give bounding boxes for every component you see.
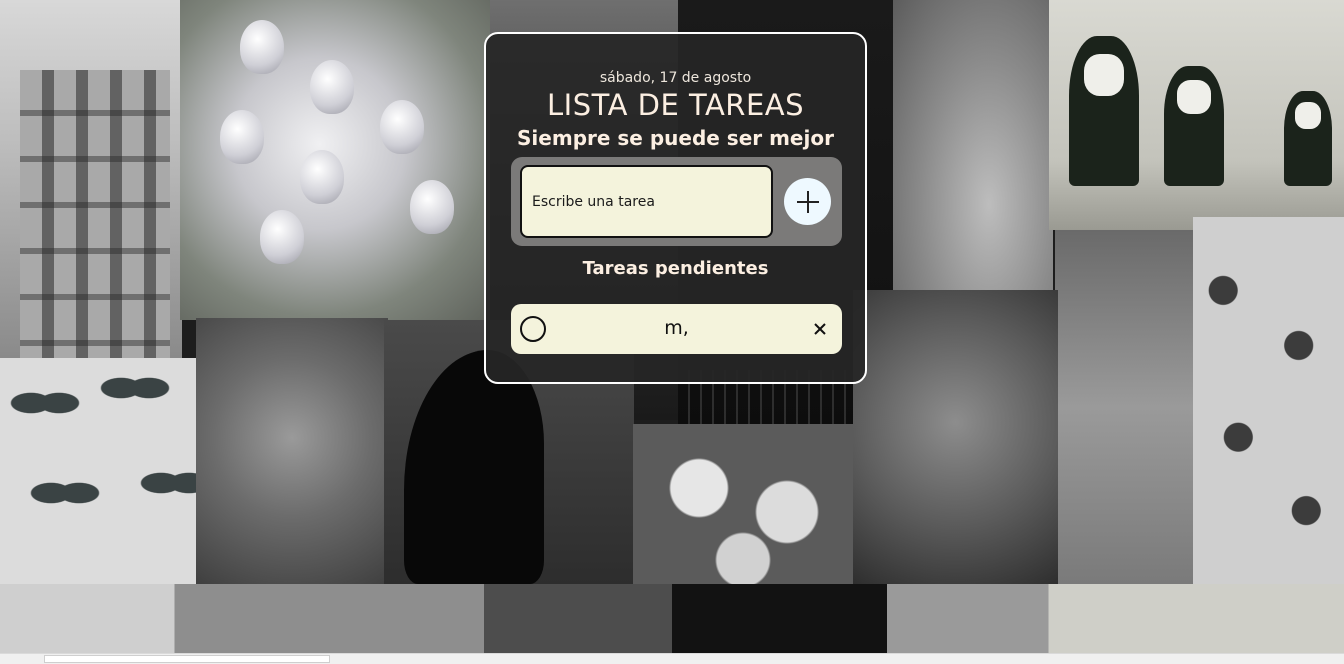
task-item: m,: [511, 304, 842, 354]
background-photo-cats: [853, 290, 1058, 584]
background-photo-hearts: [1193, 217, 1344, 584]
background-photo-strip: [0, 584, 1344, 654]
page-title: LISTA DE TAREAS: [546, 88, 805, 122]
task-text: m,: [664, 317, 689, 339]
background-photo-tulips: [180, 0, 490, 320]
background-photo-kitten: [196, 318, 388, 584]
background-photo-noface: [1049, 0, 1344, 230]
horizontal-scrollbar[interactable]: [0, 653, 1344, 664]
todo-card: sábado, 17 de agosto LISTA DE TAREAS Sie…: [484, 32, 867, 384]
plus-icon: [796, 190, 819, 213]
background-photo-building: [0, 0, 182, 358]
scrollbar-thumb[interactable]: [44, 655, 330, 663]
background-photo-roses: [633, 424, 853, 584]
task-input[interactable]: [520, 165, 773, 238]
background-photo-vase-2: [1055, 230, 1195, 584]
task-input-panel: [511, 157, 842, 246]
pending-tasks-title: Tareas pendientes: [582, 258, 769, 279]
circle-icon[interactable]: [520, 316, 546, 342]
close-icon[interactable]: [810, 319, 830, 339]
current-date: sábado, 17 de agosto: [599, 70, 752, 86]
background-photo-vase: [893, 0, 1053, 292]
background-photo-butterflies: [0, 358, 198, 584]
page-subtitle: Siempre se puede ser mejor: [517, 126, 834, 150]
add-task-button[interactable]: [784, 178, 831, 225]
